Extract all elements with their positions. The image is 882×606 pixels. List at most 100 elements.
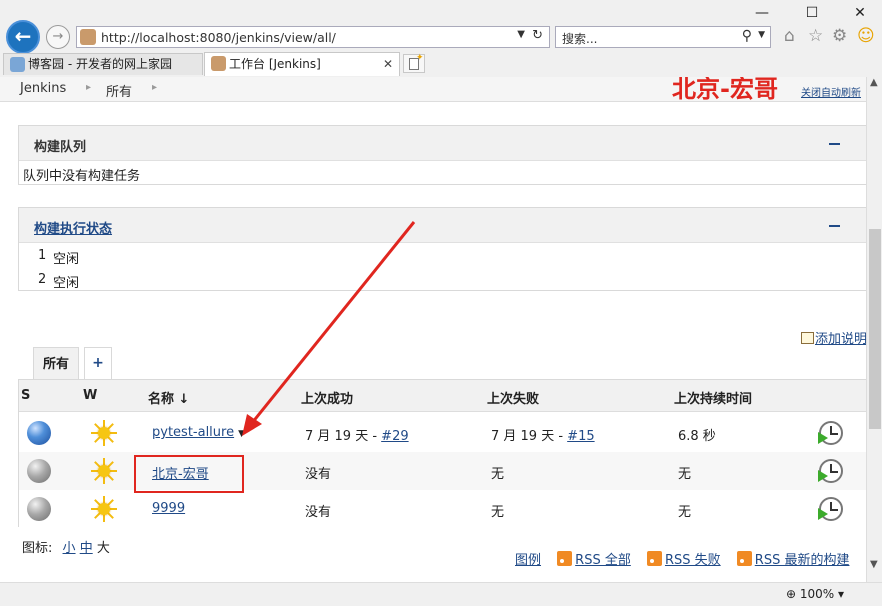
close-window-icon[interactable]: ✕	[838, 2, 882, 24]
cnblogs-favicon-icon	[10, 57, 25, 72]
jenkins-favicon-icon	[211, 56, 226, 71]
tab-all-view[interactable]: 所有	[33, 347, 79, 380]
column-last-success[interactable]: 上次成功	[301, 388, 353, 407]
rss-icon	[646, 551, 662, 566]
last-failure-text: 无	[491, 505, 505, 520]
last-duration: 无	[678, 505, 692, 520]
column-status[interactable]: S	[21, 388, 30, 403]
icon-size-medium[interactable]: 中	[80, 541, 93, 556]
forward-arrow-icon: →	[52, 29, 64, 44]
star-badge-icon: ✦	[416, 53, 424, 63]
new-tab-button[interactable]: ✦	[403, 53, 425, 73]
scroll-thumb[interactable]	[869, 229, 881, 429]
tab-jenkins[interactable]: 工作台 [Jenkins] ✕	[204, 52, 400, 76]
favorites-star-icon[interactable]: ☆	[808, 26, 823, 46]
rss-icon	[736, 551, 752, 566]
job-link[interactable]: pytest-allure	[152, 425, 234, 440]
scroll-up-icon[interactable]: ▲	[870, 77, 878, 88]
build-queue-header: 构建队列	[19, 126, 866, 161]
forward-button[interactable]: →	[46, 25, 70, 49]
add-view-tab[interactable]: +	[84, 347, 112, 380]
executor-status-title[interactable]: 构建执行状态	[34, 218, 112, 237]
breadcrumb-jenkins[interactable]: Jenkins	[20, 81, 66, 96]
back-button[interactable]: ←	[6, 20, 40, 54]
last-failure-build-link[interactable]: #15	[567, 429, 594, 444]
icon-size-label: 图标:	[22, 541, 53, 556]
breadcrumb: Jenkins ▸ 所有 ▸ 北京-宏哥 关闭自动刷新	[0, 77, 866, 103]
weather-sunny-icon	[91, 420, 117, 446]
column-last-duration[interactable]: 上次持续时间	[674, 388, 752, 407]
weather-sunny-icon	[91, 496, 117, 522]
column-name[interactable]: 名称 ↓	[148, 388, 189, 407]
home-icon[interactable]: ⌂	[784, 26, 795, 46]
rss-all-link[interactable]: RSS 全部	[575, 553, 631, 568]
address-bar[interactable]: http://localhost:8080/jenkins/view/all/ …	[76, 26, 550, 48]
zoom-level: 100%	[799, 587, 835, 601]
tab-cnblogs[interactable]: 博客园 - 开发者的网上家园	[3, 53, 203, 75]
last-duration: 无	[678, 467, 692, 482]
status-bar: ⊕ 100% ▾	[0, 582, 882, 606]
job-menu-dropdown-icon[interactable]: ▼	[238, 429, 245, 439]
minimize-icon[interactable]: —	[740, 2, 784, 24]
last-success-build-link[interactable]: #29	[381, 429, 408, 444]
executor-number: 2	[38, 272, 47, 287]
last-success-text: 7 月 19 天 -	[305, 429, 382, 444]
schedule-build-icon[interactable]	[818, 421, 843, 445]
executor-status-header: 构建执行状态	[19, 208, 866, 243]
search-box[interactable]: 搜索... ⚲ ▼	[555, 26, 771, 48]
breadcrumb-all[interactable]: 所有	[106, 81, 132, 100]
icon-size-small[interactable]: 小	[63, 541, 76, 556]
refresh-icon[interactable]: ↻	[532, 28, 543, 43]
address-dropdown-icon[interactable]: ▼	[517, 29, 525, 40]
back-arrow-icon: ←	[14, 24, 32, 48]
table-row: 9999 没有 无 无	[19, 490, 866, 528]
build-queue-panel: 构建队列 队列中没有构建任务	[18, 125, 866, 185]
close-tab-icon[interactable]: ✕	[383, 53, 393, 76]
zoom-control[interactable]: ⊕ 100% ▾	[786, 587, 844, 601]
search-icon[interactable]: ⚲	[742, 28, 752, 44]
collapse-icon[interactable]	[829, 225, 840, 227]
last-failure-text: 7 月 19 天 -	[491, 429, 568, 444]
scroll-down-icon[interactable]: ▼	[870, 559, 878, 570]
icon-size-large: 大	[96, 541, 110, 556]
disable-auto-refresh-link[interactable]: 关闭自动刷新	[801, 84, 861, 99]
edit-note-icon	[801, 332, 814, 344]
search-dropdown-icon[interactable]: ▼	[758, 30, 765, 40]
zoom-icon: ⊕	[786, 587, 797, 601]
add-description-link[interactable]: 添加说明	[801, 328, 866, 347]
search-input[interactable]: 搜索...	[562, 30, 597, 47]
status-grey-ball-icon	[27, 459, 51, 483]
highlight-box	[134, 455, 244, 493]
table-header: S W 名称 ↓ 上次成功 上次失败 上次持续时间	[19, 380, 866, 412]
author-watermark: 北京-宏哥	[672, 77, 778, 103]
address-url[interactable]: http://localhost:8080/jenkins/view/all/	[101, 30, 336, 45]
gear-icon[interactable]: ⚙	[832, 26, 847, 46]
column-last-failure[interactable]: 上次失败	[487, 388, 539, 407]
schedule-build-icon[interactable]	[818, 459, 843, 483]
job-table: S W 名称 ↓ 上次成功 上次失败 上次持续时间 pytest-allure ▼…	[18, 379, 866, 527]
smiley-feedback-icon[interactable]: ☺	[857, 26, 875, 46]
icon-size-selector: 图标: 小 中 大	[22, 537, 110, 556]
tab-label: 工作台 [Jenkins]	[229, 57, 321, 71]
last-failure-text: 无	[491, 467, 505, 482]
legend-link[interactable]: 图例	[515, 553, 541, 568]
vertical-scrollbar[interactable]: ▲ ▼	[866, 77, 882, 582]
last-duration: 6.8 秒	[678, 429, 716, 444]
breadcrumb-separator-icon: ▸	[86, 82, 92, 93]
executor-state: 空闲	[53, 252, 80, 267]
column-weather[interactable]: W	[83, 388, 97, 403]
status-blue-ball-icon	[27, 421, 51, 445]
maximize-icon[interactable]: ☐	[790, 2, 834, 24]
collapse-icon[interactable]	[829, 143, 840, 145]
build-queue-title: 构建队列	[34, 140, 87, 155]
rss-latest-link[interactable]: RSS 最新的构建	[755, 553, 850, 568]
schedule-build-icon[interactable]	[818, 497, 843, 521]
executor-number: 1	[38, 248, 47, 263]
table-row: pytest-allure ▼ 7 月 19 天 - #29 7 月 19 天 -…	[19, 414, 866, 452]
jenkins-page: Jenkins ▸ 所有 ▸ 北京-宏哥 关闭自动刷新 构建队列 队列中没有构建…	[0, 77, 866, 582]
last-success-text: 没有	[305, 467, 332, 482]
executor-state: 空闲	[53, 276, 80, 291]
rss-failed-link[interactable]: RSS 失败	[665, 553, 721, 568]
executor-status-panel: 构建执行状态 1 空闲 2 空闲	[18, 207, 866, 291]
job-link[interactable]: 9999	[152, 501, 185, 516]
